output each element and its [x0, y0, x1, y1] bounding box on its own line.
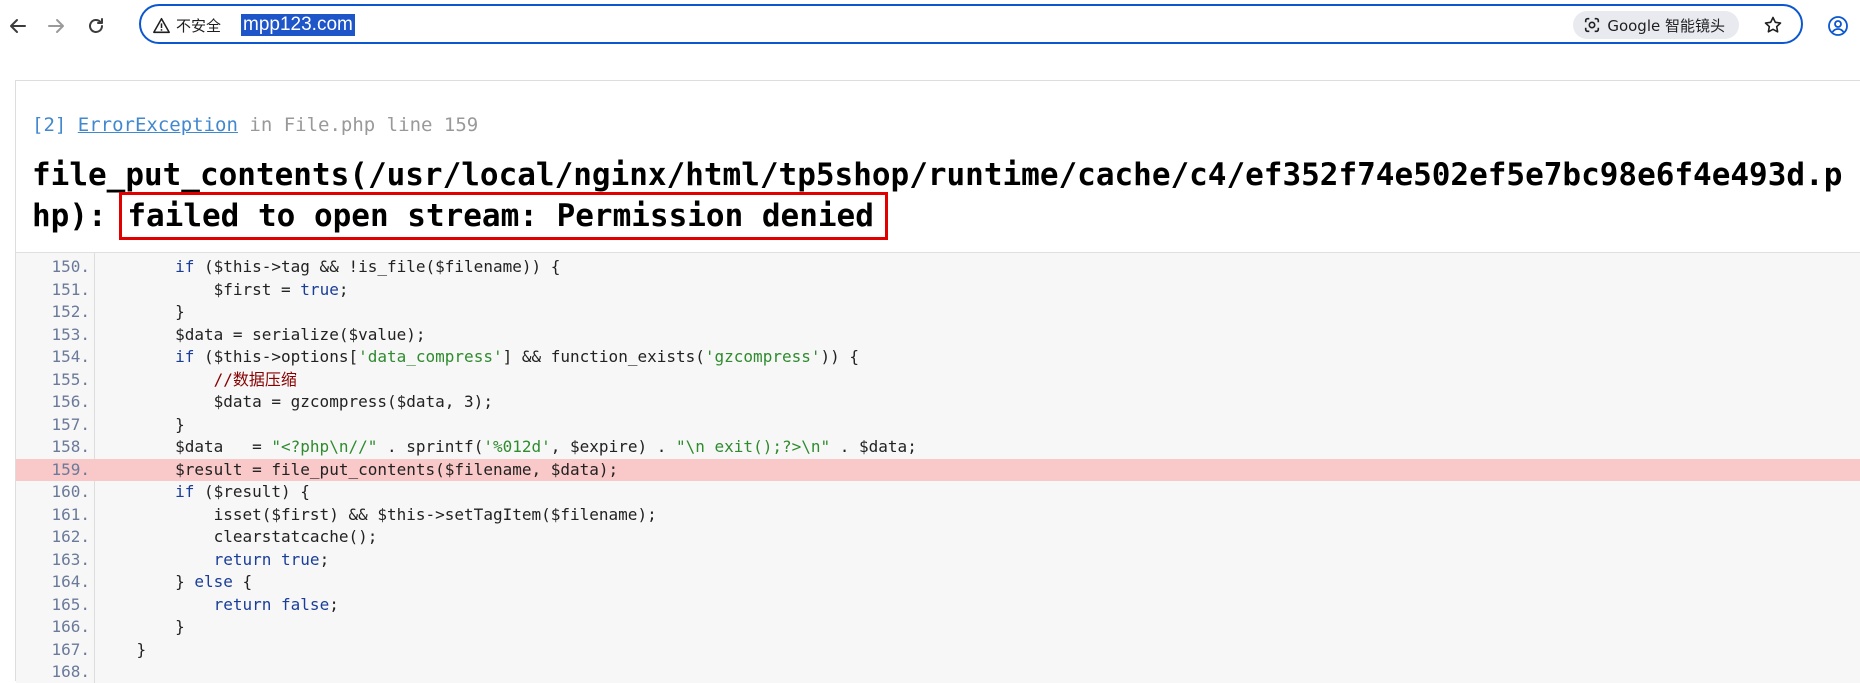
source-line: 166. } [16, 616, 1860, 639]
source-line: 164. } else { [16, 571, 1860, 594]
line-number: 151. [51, 279, 90, 299]
line-number: 162. [51, 527, 90, 546]
profile-icon [1828, 16, 1848, 36]
source-line: 150. if ($this->tag && !is_file($filenam… [16, 256, 1860, 279]
exception-message: file_put_contents(/usr/local/nginx/html/… [32, 155, 1852, 240]
line-number: 156. [51, 392, 90, 411]
line-number: 158. [51, 437, 90, 456]
line-code: } [98, 617, 185, 636]
exception-panel: [2] ErrorException in File.php line 159 … [15, 80, 1860, 683]
security-label: 不安全 [176, 16, 222, 35]
profile-button[interactable] [1824, 12, 1852, 40]
back-button[interactable] [4, 12, 32, 40]
line-number: 160. [51, 482, 90, 501]
source-line: 167. } [16, 639, 1860, 662]
error-code: [2] [32, 114, 67, 136]
source-line: 165. return false; [16, 594, 1860, 617]
line-code: $data = gzcompress($data, 3); [98, 392, 493, 411]
source-line-error: 159. $result = file_put_contents($filena… [16, 458, 1860, 481]
star-icon [1764, 16, 1782, 33]
line-code: if ($result) { [175, 482, 310, 501]
line-code: $first = true; [98, 279, 349, 299]
bookmark-button[interactable] [1761, 13, 1785, 37]
line-code: isset($first) && $this->setTagItem($file… [98, 504, 657, 524]
line-code: if ($this->tag && !is_file($filename)) { [175, 257, 561, 276]
exception-info: [2] ErrorException in File.php line 159 [32, 111, 478, 139]
line-number: 163. [51, 549, 90, 569]
source-line: 153. $data = serialize($value); [16, 324, 1860, 347]
exception-in-text: in [249, 114, 273, 136]
source-line: 160. if ($result) { [16, 481, 1860, 504]
source-line: 151. $first = true; [16, 279, 1860, 302]
exception-message-highlight: failed to open stream: Permission denied [119, 192, 888, 240]
line-code: } [98, 414, 185, 434]
line-code: return false; [213, 594, 339, 614]
source-code-view: 150. if ($this->tag && !is_file($filenam… [16, 252, 1860, 683]
line-code: $data = "<?php\n//" . sprintf('%012d', $… [98, 437, 917, 456]
google-lens-label: Google 智能镜头 [1607, 16, 1725, 35]
source-line: 157. } [16, 414, 1860, 437]
google-lens-icon [1585, 17, 1600, 33]
source-line: 152. } [16, 301, 1860, 324]
line-number: 154. [51, 347, 90, 366]
source-line: 163. return true; [16, 549, 1860, 572]
line-code: $result = file_put_contents($filename, $… [98, 459, 619, 479]
source-line: 156. $data = gzcompress($data, 3); [16, 391, 1860, 414]
line-code: //数据压缩 [98, 369, 297, 389]
google-lens-button[interactable]: Google 智能镜头 [1573, 11, 1739, 39]
line-number: 164. [51, 572, 90, 591]
browser-toolbar: 不安全 mpp123.com Google 智能镜头 [0, 0, 1860, 52]
exception-class-link[interactable]: ErrorException [78, 114, 238, 136]
forward-button[interactable] [42, 12, 70, 40]
line-code: return true; [213, 549, 330, 569]
back-arrow-icon [10, 19, 26, 33]
forward-arrow-icon [48, 19, 64, 33]
warning-triangle-icon [153, 17, 170, 33]
source-line: 158. $data = "<?php\n//" . sprintf('%012… [16, 436, 1860, 459]
line-number: 150. [51, 257, 90, 276]
reload-icon [89, 18, 103, 33]
line-number: 153. [51, 324, 90, 344]
site-security-chip[interactable]: 不安全 [153, 15, 221, 35]
source-line: 161. isset($first) && $this->setTagItem(… [16, 504, 1860, 527]
reload-button[interactable] [82, 12, 110, 40]
line-code: } [98, 639, 147, 659]
line-number: 166. [51, 617, 90, 636]
line-code: } [98, 302, 185, 321]
line-number: 159. [51, 459, 90, 479]
source-line: 155. //数据压缩 [16, 369, 1860, 392]
url-text[interactable]: mpp123.com [241, 14, 355, 36]
line-code: if ($this->options['data_compress'] && f… [175, 347, 860, 366]
address-bar[interactable]: 不安全 mpp123.com Google 智能镜头 [139, 4, 1803, 44]
line-number: 168. [51, 662, 90, 681]
line-code: clearstatcache(); [98, 527, 378, 546]
line-number: 165. [51, 594, 90, 614]
source-code-lines: 150. if ($this->tag && !is_file($filenam… [16, 256, 1860, 683]
line-number: 155. [51, 369, 90, 389]
line-number: 152. [51, 302, 90, 321]
line-number: 157. [51, 414, 90, 434]
source-line: 162. clearstatcache(); [16, 526, 1860, 549]
exception-location: File.php line 159 [283, 114, 479, 136]
source-line: 154. if ($this->options['data_compress']… [16, 346, 1860, 369]
line-code: $data = serialize($value); [98, 324, 426, 344]
line-code: } else { [98, 572, 253, 591]
line-number: 167. [51, 639, 90, 659]
line-number: 161. [51, 504, 90, 524]
source-line: 168. [16, 661, 1860, 683]
